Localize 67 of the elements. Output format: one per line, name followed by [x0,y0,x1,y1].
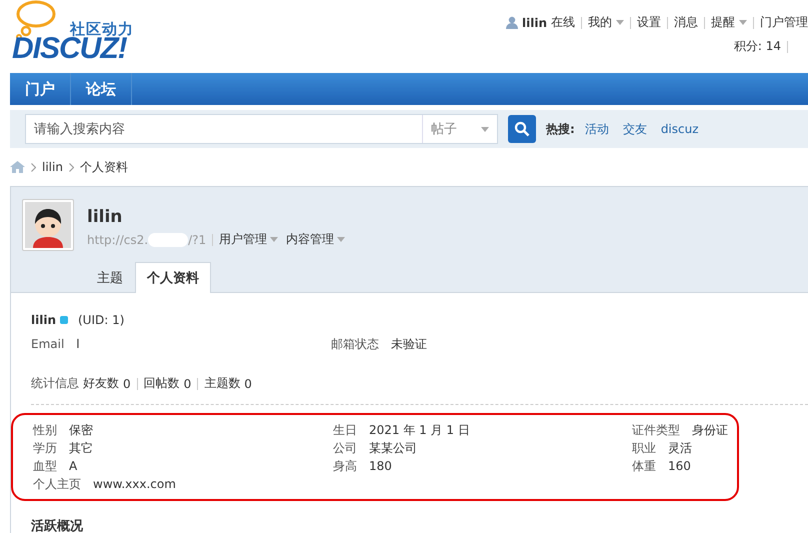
field-label: 生日 [333,422,357,439]
profile-tab[interactable]: 主题 [85,262,135,293]
nav-item[interactable]: 论坛 [71,73,132,105]
top-link[interactable]: 门户管理 [760,14,808,31]
field-label: 身高 [333,458,357,475]
stat-value: 0 [244,376,252,390]
top-link[interactable]: 我的 [588,14,624,31]
field-value: 灵活 [668,440,692,457]
top-link[interactable]: 提醒 [711,14,747,31]
search-field[interactable]: 请输入搜索内容 帖子 [25,114,498,144]
field-value: 160 [668,458,691,475]
stat-label: 主题数 [204,375,240,392]
field-label: 邮箱状态 [331,336,379,353]
field-value: 未验证 [391,336,427,353]
redaction-blot [148,232,188,246]
top-link[interactable]: 消息 [674,14,698,31]
field-value: 某某公司 [369,440,417,457]
field-value: l [76,336,80,353]
profile-tab[interactable]: 个人资料 [135,262,211,293]
avatar-drawing [22,199,74,251]
breadcrumb-link[interactable]: lilin [42,160,63,174]
stat-value: 0 [184,376,192,390]
hot-search-link[interactable]: 活动 [584,120,609,138]
username: lilin [31,313,56,327]
hot-search-label: 热搜: [546,120,575,138]
nav-item[interactable]: 门户 [10,73,71,105]
points-count: 积分: 14 [734,38,781,55]
search-type-select[interactable]: 帖子 [422,115,497,143]
stat-value: 0 [123,376,131,390]
field-label: Email [31,336,64,353]
profile-url: http://cs2. [87,232,148,246]
chevron-icon [68,162,74,172]
field-label: 公司 [333,440,357,457]
stat-label: 好友数 [83,375,119,392]
field-label: 证件类型 [632,422,680,439]
top-link[interactable]: 设置 [637,14,661,31]
field-value: 其它 [69,440,93,457]
breadcrumb-link[interactable]: 个人资料 [80,158,128,176]
username-link[interactable]: lilin [522,16,547,30]
field-label: 体重 [632,458,656,475]
field-label: 职业 [632,440,656,457]
user-icon [506,16,518,29]
profile-url: /?1 [188,232,206,246]
manage-menu[interactable]: 内容管理 [286,231,346,248]
field-value: 180 [369,458,392,475]
field-value: A [69,458,78,475]
profile-name: lilin [87,207,124,227]
hot-search-link[interactable]: discuz [660,122,699,136]
caret-icon [481,126,489,132]
user-id: (UID: 1) [78,313,124,327]
field-label: 学历 [33,440,57,457]
field-label: 个人主页 [33,476,81,493]
field-label: 血型 [33,458,57,475]
search-icon [514,121,530,137]
search-button[interactable] [508,115,536,143]
stat-label: 回帖数 [144,375,180,392]
hot-search-link[interactable]: 交友 [622,120,647,138]
stats-label: 统计信息 [31,375,79,392]
field-label: 性别 [33,422,57,439]
manage-menu[interactable]: 用户管理 [219,231,278,248]
field-value: 2021 年 1 月 1 日 [369,422,470,439]
field-value: 保密 [69,422,93,439]
field-value: www.xxx.com [93,476,176,493]
online-status: 在线 [551,14,575,31]
chevron-icon [31,162,36,172]
section-title: 活跃概况 [31,518,84,533]
field-value: 身份证 [692,422,728,439]
